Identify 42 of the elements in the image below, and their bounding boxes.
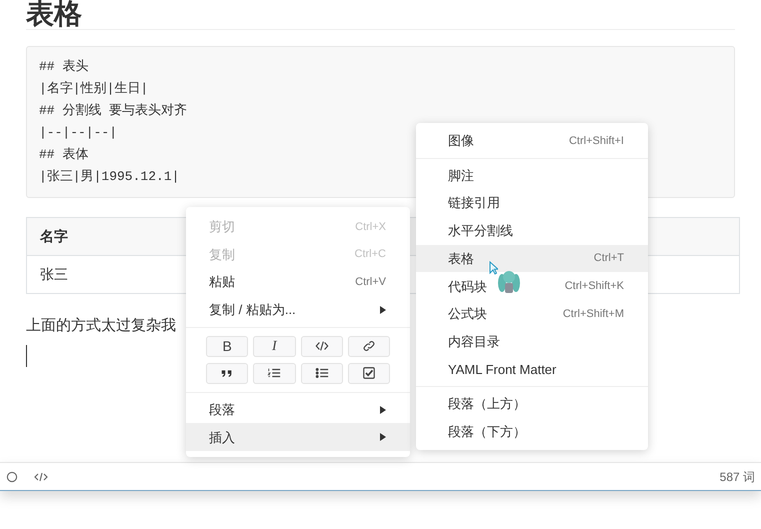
circle-icon[interactable]	[6, 470, 18, 482]
figure-icon	[497, 268, 521, 296]
menu-item[interactable]: 表格 Ctrl+T	[416, 244, 648, 272]
code-icon	[314, 339, 329, 354]
menu-item[interactable]: 段落	[186, 396, 410, 424]
menu-item[interactable]: 段落（下方）	[416, 418, 648, 446]
code-line: |张三|男|1995.12.1|	[39, 168, 180, 186]
italic-button[interactable]: I	[253, 336, 296, 357]
menu-item[interactable]: 公式块 Ctrl+Shift+M	[416, 300, 648, 328]
menu-item[interactable]: 链接引用	[416, 189, 648, 218]
text-cursor	[26, 345, 27, 367]
submenu-arrow-icon	[380, 306, 386, 314]
submenu-arrow-icon	[380, 433, 386, 442]
task-button[interactable]	[348, 362, 390, 384]
code-button[interactable]	[300, 336, 343, 357]
code-line: ## 表头	[39, 58, 88, 76]
code-line: ## 分割线 要与表头对齐	[39, 102, 188, 120]
bullet-list-icon	[314, 366, 329, 380]
submenu-arrow-icon	[380, 406, 386, 414]
quote-button[interactable]	[206, 362, 248, 384]
code-line: ## 表体	[39, 146, 88, 164]
code-line: |名字|性别|生日|	[39, 80, 148, 98]
menu-item[interactable]: 粘贴 Ctrl+V	[186, 268, 410, 296]
menu-item[interactable]: 图像 Ctrl+Shift+I	[416, 127, 648, 155]
code-icon[interactable]	[34, 470, 48, 482]
menu-item[interactable]: 复制 / 粘贴为...	[186, 296, 410, 324]
link-button[interactable]	[348, 336, 390, 357]
code-line: |--|--|--|	[39, 124, 118, 142]
bold-button[interactable]: B	[206, 336, 248, 357]
checkbox-icon	[362, 366, 376, 380]
menu-item[interactable]: 插入	[186, 423, 410, 452]
mouse-pointer-icon	[489, 261, 498, 275]
paragraph: 上面的方式太过复杂我	[26, 316, 177, 336]
link-icon	[362, 339, 376, 354]
bullet-list-button[interactable]	[300, 362, 343, 384]
menu-item[interactable]: YAML Front Matter	[416, 356, 648, 384]
menu-item[interactable]: 水平分割线	[416, 217, 648, 245]
menu-item[interactable]: 内容目录	[416, 328, 648, 356]
ordered-list-button[interactable]	[253, 362, 296, 384]
word-count: 587 词	[720, 468, 755, 486]
menu-item[interactable]: 脚注	[416, 162, 648, 190]
menu-item[interactable]: 段落（上方）	[416, 390, 648, 418]
